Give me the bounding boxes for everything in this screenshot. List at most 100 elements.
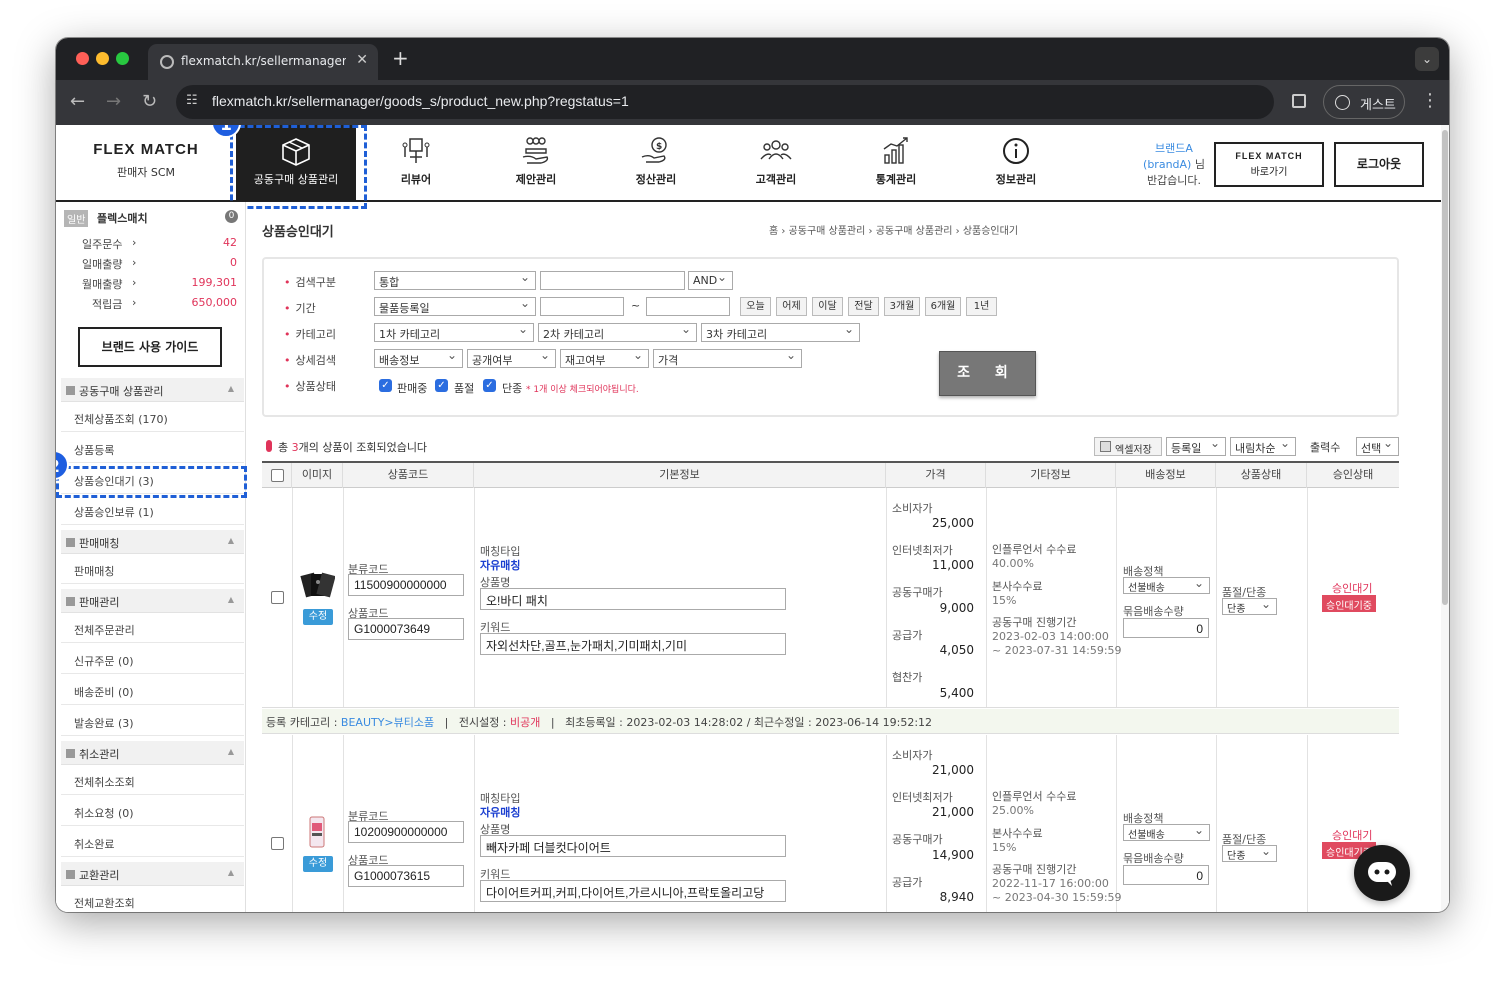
sidebar-item-sales-matching[interactable]: 판매매칭 [61, 554, 244, 584]
sidebar-item-all-products[interactable]: 전체상품조회 (170) [61, 402, 244, 432]
minimize-window-button[interactable] [96, 52, 109, 65]
nav-proposal[interactable]: 제안관리 [476, 125, 596, 201]
section-group-buy[interactable]: 공동구매 상품관리 ▲ [61, 378, 244, 402]
product-code-field[interactable]: G1000073649 [348, 618, 464, 640]
product-name-field[interactable]: 빼자카페 더블컷다이어트 [480, 835, 786, 857]
side-panel-icon[interactable] [1292, 94, 1306, 108]
date-last-month-button[interactable]: 전달 [848, 297, 879, 316]
new-tab-icon[interactable]: + [392, 46, 409, 70]
status-select[interactable]: 단종 [1222, 845, 1277, 862]
bundle-qty-field[interactable]: 0 [1123, 618, 1209, 638]
browser-tab[interactable]: flexmatch.kr/sellermanager/g ✕ [148, 44, 378, 80]
category2-select[interactable]: 2차 카테고리 [538, 323, 697, 342]
stock-select[interactable]: 재고여부 [560, 349, 649, 368]
period-type-select[interactable]: 물품등록일 [374, 297, 536, 316]
sort-field-select[interactable]: 등록일 [1166, 437, 1226, 456]
close-window-button[interactable] [76, 52, 89, 65]
stat-daily-orders[interactable]: 일주문수 › 42 [82, 236, 237, 254]
back-icon[interactable]: ← [70, 91, 85, 112]
forward-icon[interactable]: → [106, 91, 121, 112]
sidebar-item-cancel-requests[interactable]: 취소요청 (0) [61, 796, 244, 826]
edit-button[interactable]: 수정 [303, 856, 333, 872]
checkbox-sold-out[interactable]: ✓ [435, 379, 448, 392]
checkbox-on-sale[interactable]: ✓ [379, 379, 392, 392]
browser-menu-icon[interactable]: ⋮ [1421, 90, 1439, 111]
ship-policy-select[interactable]: 선불배송 [1123, 824, 1210, 841]
select-all-checkbox[interactable] [271, 469, 284, 482]
start-date-input[interactable] [540, 297, 624, 316]
stat-monthly-sales[interactable]: 월매출량 › 199,301 [82, 276, 237, 294]
search-submit-button[interactable]: 조 회 [939, 351, 1036, 396]
product-name-field[interactable]: 오!바디 패치 [480, 588, 786, 610]
scrollbar-thumb[interactable] [1442, 130, 1448, 605]
class-code-field[interactable]: 10200900000000 [348, 821, 464, 843]
sidebar-item-cancel-complete[interactable]: 취소완료 [61, 827, 244, 857]
status-select[interactable]: 단종 [1222, 598, 1277, 615]
product-thumbnail[interactable] [299, 568, 335, 604]
sidebar-item-all-cancels[interactable]: 전체취소조회 [61, 765, 244, 795]
date-6months-button[interactable]: 6개월 [925, 297, 961, 316]
row-checkbox[interactable] [271, 837, 284, 850]
page-scrollbar[interactable] [1441, 125, 1449, 912]
sidebar-item-product-register[interactable]: 상품등록 [61, 433, 244, 463]
nav-reviewer[interactable]: 리뷰어 [356, 125, 476, 201]
ship-policy-select[interactable]: 선불배송 [1123, 577, 1210, 594]
search-keyword-input[interactable] [540, 271, 685, 290]
section-sales-management[interactable]: 판매관리 ▲ [61, 589, 244, 613]
visibility-select[interactable]: 공개여부 [467, 349, 556, 368]
nav-statistics[interactable]: 통계관리 [836, 125, 956, 201]
sort-order-select[interactable]: 내림차순 [1230, 437, 1296, 456]
date-this-month-button[interactable]: 이달 [812, 297, 843, 316]
sidebar-item-shipped[interactable]: 발송완료 (3) [61, 706, 244, 736]
bundle-qty-field[interactable]: 0 [1123, 865, 1209, 885]
shipping-info-select[interactable]: 배송정보 [374, 349, 463, 368]
brand-guide-button[interactable]: 브랜드 사용 가이드 [78, 327, 222, 367]
product-code-field[interactable]: G1000073615 [348, 865, 464, 887]
section-cancel-management[interactable]: 취소관리 ▲ [61, 741, 244, 765]
reload-icon[interactable]: ↻ [142, 91, 157, 112]
product-thumbnail[interactable] [299, 815, 335, 851]
profile-button[interactable]: 게스트 [1323, 85, 1405, 119]
stat-reserve[interactable]: 적립금 › 650,000 [82, 296, 237, 314]
price-select[interactable]: 가격 [653, 349, 802, 368]
date-today-button[interactable]: 오늘 [740, 297, 771, 316]
sidebar-item-all-orders[interactable]: 전체주문관리 [61, 613, 244, 643]
tab-search-icon[interactable]: ⌄ [1415, 47, 1439, 71]
maximize-window-button[interactable] [116, 52, 129, 65]
meta-category[interactable]: BEAUTY>뷰티소품 [341, 716, 434, 729]
close-tab-icon[interactable]: ✕ [356, 52, 368, 68]
sidebar-item-all-exchanges[interactable]: 전체교환조회 [61, 886, 244, 912]
date-yesterday-button[interactable]: 어제 [776, 297, 807, 316]
url-text[interactable]: flexmatch.kr/sellermanager/goods_s/produ… [212, 93, 629, 109]
end-date-input[interactable] [646, 297, 730, 316]
edit-button[interactable]: 수정 [303, 609, 333, 625]
search-type-select[interactable]: 통합 [374, 271, 536, 290]
sidebar-item-new-orders[interactable]: 신규주문 (0) [61, 644, 244, 674]
nav-customer[interactable]: 고객관리 [716, 125, 836, 201]
class-code-field[interactable]: 11500900000000 [348, 574, 464, 596]
output-count-select[interactable]: 선택 [1356, 437, 1399, 456]
operator-select[interactable]: AND [688, 271, 733, 290]
category1-select[interactable]: 1차 카테고리 [374, 323, 534, 342]
address-bar[interactable]: ☷ flexmatch.kr/sellermanager/goods_s/pro… [176, 85, 1274, 119]
keyword-field[interactable]: 자외선차단,골프,눈가패치,기미패치,기미 [480, 633, 786, 655]
logout-button[interactable]: 로그아웃 [1334, 142, 1424, 187]
site-logo[interactable]: FLEX MATCH 판매자 SCM [76, 141, 216, 180]
date-1year-button[interactable]: 1년 [966, 297, 997, 316]
keyword-field[interactable]: 다이어트커피,커피,다이어트,가르시니아,프락토올리고당 [480, 880, 786, 902]
flexmatch-shortcut-button[interactable]: FLEX MATCH 바로가기 [1214, 142, 1324, 187]
checkbox-discontinued[interactable]: ✓ [483, 379, 496, 392]
stat-daily-sales[interactable]: 일매출량 › 0 [82, 256, 237, 274]
nav-settlement[interactable]: $ 정산관리 [596, 125, 716, 201]
sidebar-item-preparing[interactable]: 배송준비 (0) [61, 675, 244, 705]
nav-information[interactable]: 정보관리 [956, 125, 1076, 201]
row-checkbox[interactable] [271, 591, 284, 604]
section-exchange-management[interactable]: 교환관리 ▲ [61, 862, 244, 886]
excel-save-button[interactable]: 엑셀저장 [1094, 437, 1162, 456]
section-sales-matching[interactable]: 판매매칭 ▲ [61, 530, 244, 554]
sidebar-item-approval-hold[interactable]: 상품승인보류 (1) [61, 495, 244, 525]
site-info-icon[interactable]: ☷ [186, 93, 198, 108]
chat-button[interactable] [1354, 845, 1410, 901]
date-3months-button[interactable]: 3개월 [884, 297, 920, 316]
category3-select[interactable]: 3차 카테고리 [701, 323, 860, 342]
